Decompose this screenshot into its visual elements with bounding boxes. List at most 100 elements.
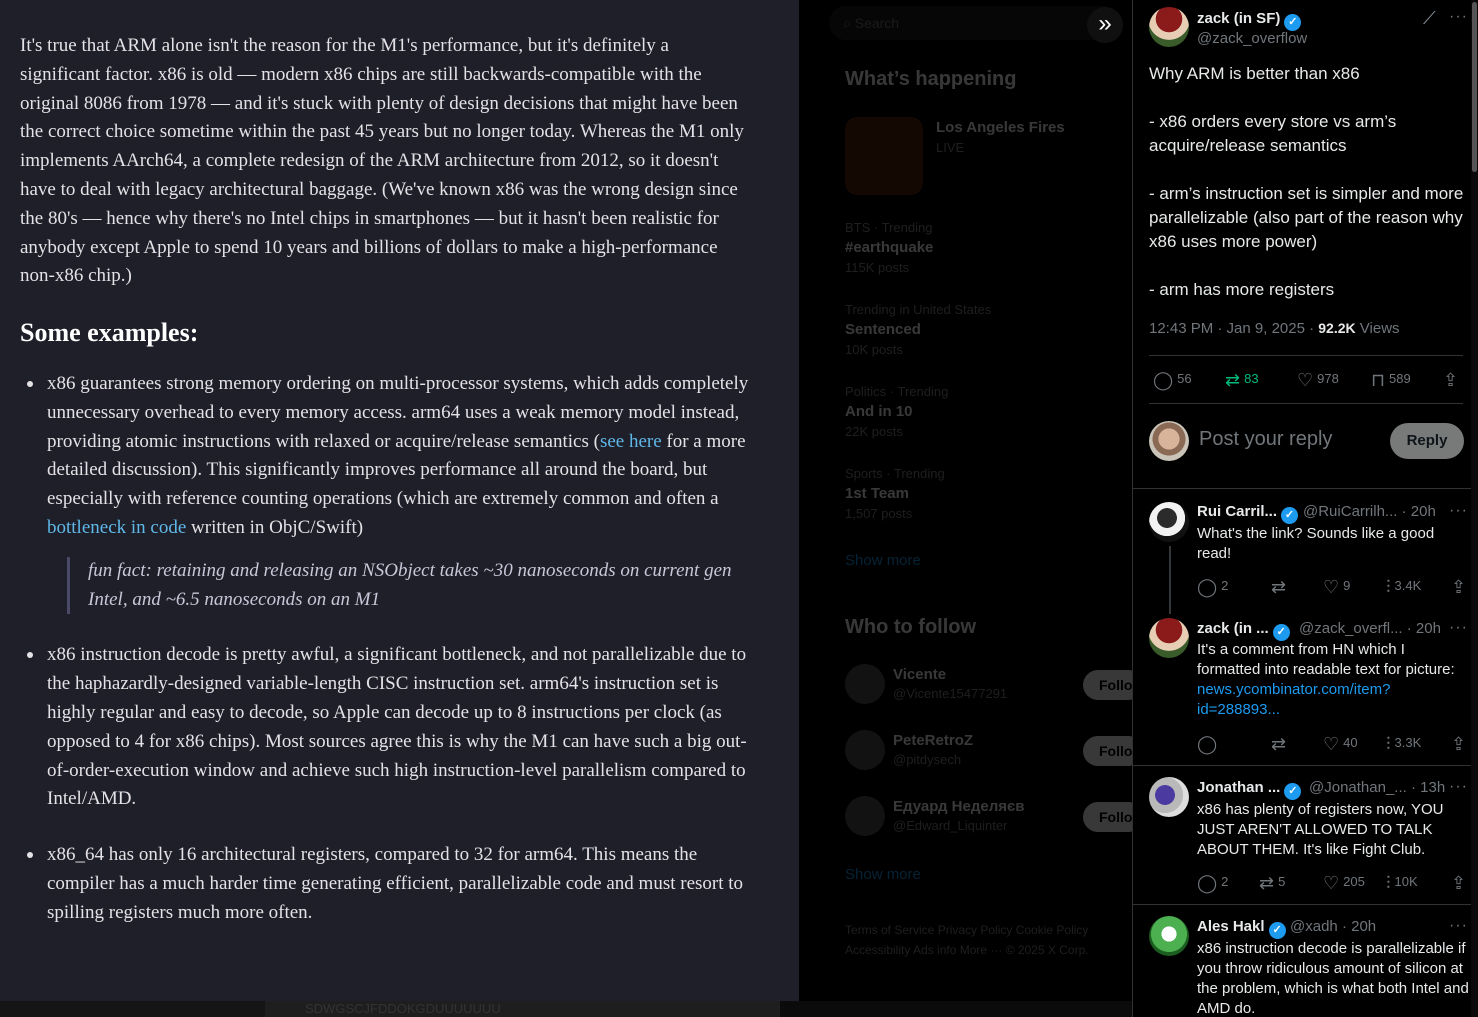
reply-author-name[interactable]: zack (in ... ✓ <box>1197 620 1290 641</box>
divider <box>1149 355 1463 356</box>
trend-posts: 115K posts <box>845 260 910 275</box>
reply-author-handle[interactable]: @RuiCarrilh... · 20h <box>1303 503 1436 520</box>
share-icon: ⇪ <box>1451 577 1467 597</box>
reply-action[interactable]: ◯ <box>1197 734 1221 755</box>
strip-middle: SDWGSCJFDDOKGDUUUUUUU <box>265 1001 780 1017</box>
post-text: Why ARM is better than x86 - x86 orders … <box>1149 64 1464 299</box>
like-count: 978 <box>1317 371 1339 386</box>
reply-action[interactable]: ◯ 2 <box>1197 577 1228 598</box>
avatar[interactable] <box>1149 618 1189 658</box>
trend-name: Sentenced <box>845 321 921 338</box>
bottleneck-link[interactable]: bottleneck in code <box>47 517 186 538</box>
divider <box>1133 488 1478 489</box>
share-action[interactable]: ⇪ <box>1443 370 1462 391</box>
views-count: 92.2K <box>1318 320 1356 336</box>
show-more-trends-link[interactable]: Show more <box>845 552 921 569</box>
reply-author-name[interactable]: Ales Hakl ✓ <box>1197 918 1286 939</box>
like-action[interactable]: ♡ 978 <box>1297 370 1339 391</box>
more-options-icon[interactable]: ··· <box>1449 8 1468 26</box>
show-more-follow-link[interactable]: Show more <box>845 866 921 883</box>
fun-fact-quote: fun fact: retaining and releasing an NSO… <box>67 556 751 615</box>
repost-action[interactable]: ⇄ <box>1271 577 1290 598</box>
trend-item[interactable]: Sports · Trending 1st Team 1,507 posts <box>845 464 1105 524</box>
trend-item[interactable]: Politics · Trending And in 10 22K posts <box>845 382 1105 442</box>
author-handle[interactable]: @zack_overflow <box>1197 30 1307 47</box>
post-meta: 12:43 PM · Jan 9, 2025 · 92.2K Views <box>1149 320 1400 337</box>
reply-icon: ◯ <box>1197 873 1218 893</box>
more-options-icon[interactable]: ··· <box>1449 619 1468 637</box>
views-action[interactable]: ⫶ 10K <box>1386 873 1418 894</box>
follow-button[interactable]: Follow <box>1083 802 1132 832</box>
bar-chart-icon: ⫶ <box>1386 577 1391 597</box>
author-name[interactable]: zack (in SF) ✓ <box>1197 10 1302 31</box>
collapse-panel-button[interactable]: » <box>1087 7 1123 43</box>
follow-suggestion[interactable]: PeteRetroZ @pitdysech Follow <box>845 730 1132 774</box>
share-action[interactable]: ⇪ <box>1451 577 1470 598</box>
like-count: 40 <box>1343 735 1358 750</box>
more-options-icon[interactable]: ··· <box>1449 917 1468 935</box>
trend-context: Sports · Trending <box>845 466 945 481</box>
reply-author-name[interactable]: Jonathan ... ✓ <box>1197 779 1302 800</box>
fire-thumbnail <box>845 117 923 195</box>
follow-suggestion[interactable]: Едуард Неделяєв @Edward_Liquinter Follow <box>845 796 1132 840</box>
reply-handle-text: @xadh <box>1290 918 1338 935</box>
fire-title: Los Angeles Fires <box>936 119 1065 136</box>
repost-icon: ⇄ <box>1259 873 1275 893</box>
follow-name: PeteRetroZ <box>893 732 974 749</box>
fire-trend[interactable]: Los Angeles Fires LIVE <box>936 118 1065 158</box>
avatar[interactable] <box>1149 502 1189 542</box>
sidebar-search-input[interactable]: ⌕ Search <box>829 6 1119 40</box>
x-sidebar: ⌕ Search What’s happening Los Angeles Fi… <box>799 0 1132 1001</box>
reply-action[interactable]: ◯ 56 <box>1153 370 1192 391</box>
bookmark-count: 589 <box>1389 371 1411 386</box>
verified-badge-icon: ✓ <box>1272 624 1290 641</box>
grok-icon[interactable]: ⟋ <box>1423 8 1436 29</box>
reply-icon: ◯ <box>1197 577 1218 597</box>
follow-button[interactable]: Follow <box>1083 670 1132 700</box>
post-timestamp[interactable]: 12:43 PM · Jan 9, 2025 · <box>1149 320 1318 337</box>
bookmark-icon: ⊓ <box>1371 370 1386 390</box>
share-action[interactable]: ⇪ <box>1451 734 1470 755</box>
like-action[interactable]: ♡ 205 <box>1323 873 1365 894</box>
more-options-icon[interactable]: ··· <box>1449 502 1468 520</box>
follow-suggestion[interactable]: Vicente @Vicente15477291 Follow <box>845 664 1132 708</box>
reply-time: · 13h <box>1410 779 1446 796</box>
search-icon: ⌕ <box>843 15 855 31</box>
views-action[interactable]: ⫶ 3.3K <box>1386 734 1421 755</box>
reply-action[interactable]: ◯ 2 <box>1197 873 1228 894</box>
trend-posts: 10K posts <box>845 342 903 357</box>
avatar[interactable] <box>1149 7 1189 47</box>
like-action[interactable]: ♡ 40 <box>1323 734 1358 755</box>
article-overlay: It's true that ARM alone isn't the reaso… <box>0 0 799 1001</box>
more-options-icon[interactable]: ··· <box>1449 778 1468 796</box>
reply-author-name[interactable]: Rui Carril... ✓ <box>1197 503 1299 524</box>
who-to-follow-heading: Who to follow <box>845 616 977 638</box>
share-action[interactable]: ⇪ <box>1451 873 1470 894</box>
reply-input[interactable]: Post your reply <box>1199 428 1332 451</box>
views-action[interactable]: ⫶ 3.4K <box>1386 577 1421 598</box>
reply-author-handle[interactable]: @Jonathan_... · 13h <box>1309 779 1445 796</box>
like-count: 9 <box>1343 578 1351 593</box>
repost-action[interactable]: ⇄ 5 <box>1259 873 1285 894</box>
scrollbar-thumb[interactable] <box>1472 2 1477 172</box>
bar-chart-icon: ⫶ <box>1386 873 1391 893</box>
bookmark-action[interactable]: ⊓ 589 <box>1371 370 1411 391</box>
reply-author-handle[interactable]: @zack_overfl... · 20h <box>1299 620 1441 637</box>
hn-link[interactable]: news.ycombinator.com/item?id=288893... <box>1197 681 1390 718</box>
reply-button[interactable]: Reply <box>1390 423 1464 459</box>
repost-icon: ⇄ <box>1271 577 1287 597</box>
see-here-link[interactable]: see here <box>600 431 662 452</box>
reply-name-text: Rui Carril... <box>1197 503 1278 520</box>
trend-item[interactable]: BTS · Trending #earthquake 115K posts <box>845 218 1105 278</box>
like-action[interactable]: ♡ 9 <box>1323 577 1350 598</box>
thread-connector <box>1169 546 1171 614</box>
repost-action[interactable]: ⇄ 83 <box>1225 370 1259 391</box>
avatar[interactable] <box>1149 777 1189 817</box>
trend-item[interactable]: Trending in United States Sentenced 10K po… <box>845 300 1105 360</box>
follow-button[interactable]: Follow <box>1083 736 1132 766</box>
reply-text: x86 instruction decode is parallelizable… <box>1197 940 1469 1017</box>
reply-author-handle[interactable]: @xadh · 20h <box>1290 918 1376 935</box>
share-icon: ⇪ <box>1443 370 1459 390</box>
avatar[interactable] <box>1149 916 1189 956</box>
repost-action[interactable]: ⇄ <box>1271 734 1290 755</box>
